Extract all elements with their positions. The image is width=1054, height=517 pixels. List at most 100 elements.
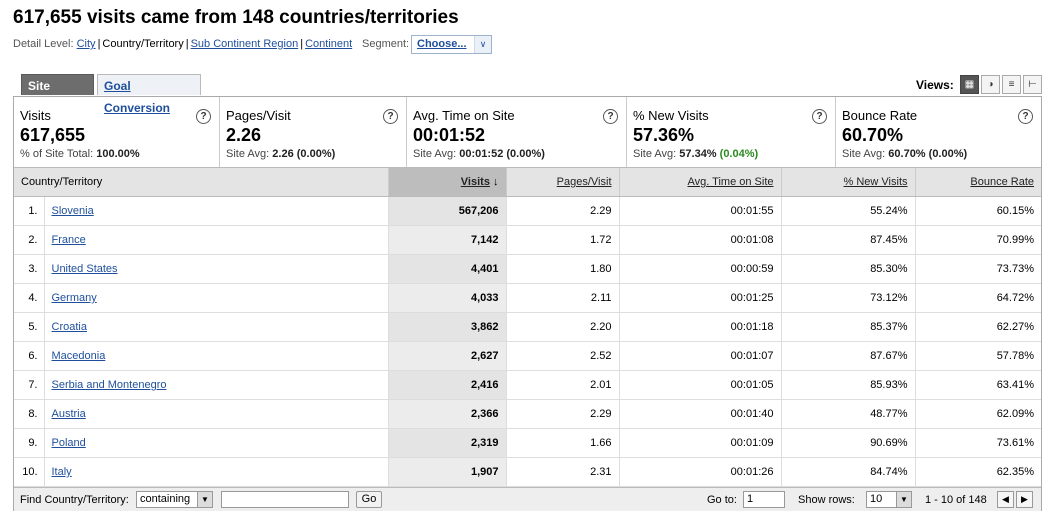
- cell-new-visits: 48.77%: [781, 399, 916, 429]
- cell-new-visits: 87.45%: [781, 225, 916, 255]
- goto-input[interactable]: 1: [743, 491, 785, 508]
- col-bounce-rate[interactable]: Bounce Rate: [915, 168, 1041, 197]
- detail-continent-link[interactable]: Continent: [305, 38, 352, 50]
- country-link[interactable]: Slovenia: [52, 205, 94, 217]
- goto-label: Go to:: [707, 494, 737, 506]
- filter-mode-select[interactable]: containing ▼: [136, 491, 213, 508]
- cell-country: United States: [44, 254, 389, 284]
- cell-visits: 3,862: [388, 312, 507, 342]
- table-footer: Find Country/Territory: containing ▼ Go G…: [14, 487, 1041, 511]
- help-icon[interactable]: ?: [196, 109, 211, 124]
- cell-new-visits: 90.69%: [781, 428, 916, 458]
- chevron-down-icon: ▼: [197, 492, 212, 507]
- help-icon[interactable]: ?: [383, 109, 398, 124]
- tab-goal-conversion[interactable]: Goal Conversion: [97, 74, 201, 115]
- cell-new-visits: 85.37%: [781, 312, 916, 342]
- show-rows-select[interactable]: 10 ▼: [866, 491, 912, 508]
- cell-visits: 2,627: [388, 341, 507, 371]
- metric-sub: Site Avg: 00:01:52 (0.00%): [413, 148, 545, 160]
- metric-sub: Site Avg: 2.26 (0.00%): [226, 148, 336, 160]
- cell-avg-time: 00:01:08: [619, 225, 782, 255]
- go-button[interactable]: Go: [356, 491, 382, 508]
- chevron-down-icon: ∨: [474, 36, 491, 53]
- metric-name: % New Visits: [633, 108, 709, 123]
- metric-name: Visits: [20, 108, 51, 123]
- tab-site-usage[interactable]: Site Usage: [21, 74, 94, 115]
- col-visits[interactable]: Visits ↓: [388, 168, 507, 197]
- cell-new-visits: 84.74%: [781, 457, 916, 487]
- cell-bounce-rate: 64.72%: [915, 283, 1041, 313]
- cell-pages-visit: 1.66: [506, 428, 620, 458]
- metric-pages-visit: Pages/Visit ? 2.26 Site Avg: 2.26 (0.00%…: [220, 97, 407, 167]
- country-link[interactable]: Serbia and Montenegro: [52, 379, 167, 391]
- metric-visits: Visits ? 617,655 % of Site Total: 100.00…: [14, 97, 220, 167]
- help-icon[interactable]: ?: [603, 109, 618, 124]
- cell-bounce-rate: 73.61%: [915, 428, 1041, 458]
- cell-country: Croatia: [44, 312, 389, 342]
- metric-value: 57.36%: [633, 125, 695, 145]
- next-page-icon[interactable]: ▶: [1016, 491, 1033, 508]
- metric-value: 60.70%: [842, 125, 904, 145]
- cell-avg-time: 00:01:09: [619, 428, 782, 458]
- detail-level-label: Detail Level:: [13, 38, 74, 50]
- table-row: 9. Poland 2,319 1.66 00:01:09 90.69% 73.61%: [14, 428, 1041, 458]
- table-view-icon[interactable]: ▦: [960, 75, 979, 94]
- detail-subcontinent-link[interactable]: Sub Continent Region: [191, 38, 299, 50]
- cell-bounce-rate: 62.27%: [915, 312, 1041, 342]
- metric-sub: Site Avg: 57.34% (0.04%): [633, 148, 759, 160]
- cell-avg-time: 00:01:40: [619, 399, 782, 429]
- cell-pages-visit: 2.31: [506, 457, 620, 487]
- row-index: 3.: [14, 254, 45, 284]
- performance-view-icon[interactable]: ≡: [1002, 75, 1021, 94]
- help-icon[interactable]: ?: [1018, 109, 1033, 124]
- help-icon[interactable]: ?: [812, 109, 827, 124]
- comparison-view-icon[interactable]: ⊢: [1023, 75, 1042, 94]
- col-new-visits[interactable]: % New Visits: [781, 168, 916, 197]
- find-label: Find Country/Territory:: [20, 494, 129, 506]
- chevron-down-icon: ▼: [896, 492, 911, 507]
- report-panel: Visits ? 617,655 % of Site Total: 100.00…: [13, 96, 1042, 511]
- table-row: 5. Croatia 3,862 2.20 00:01:18 85.37% 62.27%: [14, 312, 1041, 342]
- cell-new-visits: 73.12%: [781, 283, 916, 313]
- col-avg-time[interactable]: Avg. Time on Site: [619, 168, 782, 197]
- col-pages-visit[interactable]: Pages/Visit: [506, 168, 620, 197]
- row-index: 1.: [14, 196, 45, 226]
- detail-current: Country/Territory: [102, 38, 184, 50]
- cell-visits: 567,206: [388, 196, 507, 226]
- segment-dropdown[interactable]: Choose... ∨: [411, 35, 492, 54]
- country-link[interactable]: Italy: [52, 466, 72, 478]
- pie-view-icon[interactable]: ◑: [981, 75, 1000, 94]
- country-link[interactable]: Croatia: [52, 321, 87, 333]
- metric-avg-time: Avg. Time on Site ? 00:01:52 Site Avg: 0…: [407, 97, 627, 167]
- metric-sub: Site Avg: 60.70% (0.00%): [842, 148, 968, 160]
- cell-bounce-rate: 63.41%: [915, 370, 1041, 400]
- cell-new-visits: 55.24%: [781, 196, 916, 226]
- cell-bounce-rate: 57.78%: [915, 341, 1041, 371]
- country-link[interactable]: United States: [52, 263, 118, 275]
- table-row: 1. Slovenia 567,206 2.29 00:01:55 55.24% 60.15…: [14, 196, 1041, 226]
- cell-pages-visit: 2.01: [506, 370, 620, 400]
- cell-country: Poland: [44, 428, 389, 458]
- cell-visits: 7,142: [388, 225, 507, 255]
- country-link[interactable]: Germany: [52, 292, 97, 304]
- country-link[interactable]: France: [52, 234, 86, 246]
- cell-bounce-rate: 70.99%: [915, 225, 1041, 255]
- prev-page-icon[interactable]: ◀: [997, 491, 1014, 508]
- detail-city-link[interactable]: City: [77, 38, 96, 50]
- cell-pages-visit: 2.20: [506, 312, 620, 342]
- cell-visits: 2,366: [388, 399, 507, 429]
- show-rows-label: Show rows:: [798, 494, 855, 506]
- country-link[interactable]: Austria: [52, 408, 86, 420]
- filter-input[interactable]: [221, 491, 349, 508]
- cell-visits: 2,416: [388, 370, 507, 400]
- cell-new-visits: 85.93%: [781, 370, 916, 400]
- views-label: Views:: [916, 78, 954, 92]
- cell-bounce-rate: 62.35%: [915, 457, 1041, 487]
- cell-pages-visit: 2.11: [506, 283, 620, 313]
- cell-bounce-rate: 60.15%: [915, 196, 1041, 226]
- country-link[interactable]: Poland: [52, 437, 86, 449]
- row-index: 10.: [14, 457, 45, 487]
- row-index: 7.: [14, 370, 45, 400]
- row-index: 4.: [14, 283, 45, 313]
- country-link[interactable]: Macedonia: [52, 350, 106, 362]
